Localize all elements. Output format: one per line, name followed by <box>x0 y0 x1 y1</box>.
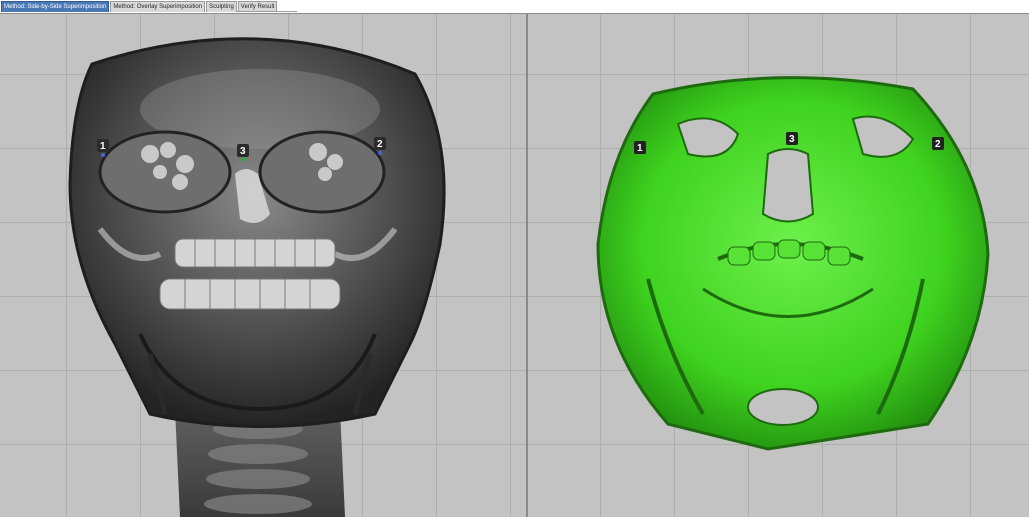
tab-bar-divider <box>237 11 297 12</box>
landmark-marker-1[interactable]: 1 <box>634 141 646 154</box>
svg-text:3: 3 <box>789 134 795 145</box>
viewport-right-surface-render[interactable]: 1 2 3 <box>528 14 1029 517</box>
method-tab-bar: Method: Side-by-Side Superimposition Met… <box>0 0 1029 14</box>
tab-overlay-superimposition[interactable]: Method: Overlay Superimposition <box>110 1 206 12</box>
tab-sculpting[interactable]: Sculpting <box>206 1 237 12</box>
svg-text:2: 2 <box>377 139 383 150</box>
landmark-marker-3[interactable]: 3 <box>786 132 798 145</box>
svg-text:1: 1 <box>100 141 106 152</box>
surface-skull-render: 1 2 3 <box>596 76 990 451</box>
landmark-marker-2[interactable]: 2 <box>932 137 944 150</box>
tab-side-by-side-superimposition[interactable]: Method: Side-by-Side Superimposition <box>1 1 110 12</box>
svg-text:1: 1 <box>637 143 643 154</box>
svg-text:2: 2 <box>935 139 941 150</box>
svg-text:3: 3 <box>240 146 246 157</box>
viewport-left-volume-render[interactable]: 1 2 3 <box>0 14 528 517</box>
volume-skull-render: 1 2 3 <box>68 37 446 517</box>
